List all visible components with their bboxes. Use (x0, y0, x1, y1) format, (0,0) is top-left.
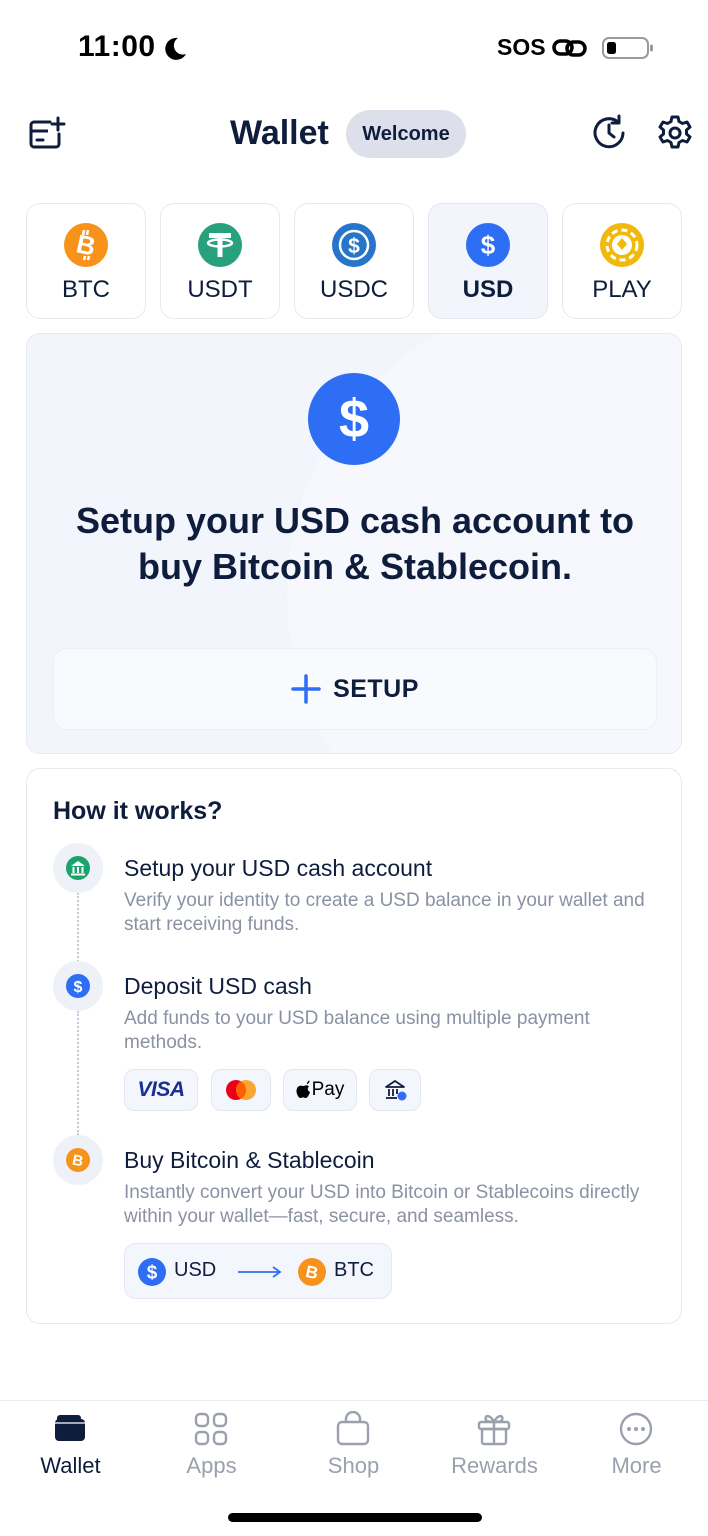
visa-logo: VISA (137, 1078, 185, 1101)
step-title: Deposit USD cash (124, 973, 312, 999)
nav-rewards[interactable]: Rewards (424, 1401, 565, 1497)
tab-label: USDT (187, 276, 253, 303)
do-not-disturb-moon-icon (165, 37, 186, 60)
tab-usdc[interactable]: $ USDC (294, 203, 414, 319)
svg-text:$: $ (348, 235, 360, 258)
conversion-chip: $ USD B BTC (124, 1243, 392, 1299)
plus-icon (291, 674, 321, 704)
bitcoin-icon: B (298, 1258, 326, 1286)
promo-title: Setup your USD cash account to buy Bitco… (75, 500, 635, 587)
setup-button[interactable]: SETUP (53, 648, 657, 730)
setup-button-label: SETUP (333, 674, 419, 703)
battery-icon (602, 37, 653, 59)
bitcoin-icon: B (66, 1148, 90, 1172)
svg-text:$: $ (74, 979, 83, 996)
apple-icon (296, 1080, 310, 1098)
shopping-bag-icon (336, 1411, 370, 1446)
apple-pay-label: Pay (311, 1079, 345, 1100)
tab-btc[interactable]: B BTC (26, 203, 146, 319)
how-it-works-card: How it works? Setup your USD cash accoun… (26, 768, 682, 1324)
satellite-link-icon (552, 39, 587, 57)
status-bar: 11:00 SOS (0, 0, 708, 96)
tab-play[interactable]: PLAY (562, 203, 682, 319)
tab-label: USDC (319, 276, 388, 303)
svg-text:$: $ (339, 389, 369, 449)
step-icon-badge: $ (53, 961, 103, 1011)
step-connector (77, 1011, 79, 1135)
apple-pay-chip: Pay (283, 1069, 357, 1111)
step-icon-badge: B (53, 1135, 103, 1185)
dollar-icon: $ (308, 373, 400, 465)
dollar-icon: $ (138, 1258, 166, 1286)
conversion-from: USD (174, 1259, 217, 1281)
mastercard-icon (226, 1080, 256, 1100)
step-title: Setup your USD cash account (124, 855, 433, 881)
tether-icon (198, 223, 242, 267)
svg-text:$: $ (481, 230, 496, 260)
sos-indicator: SOS (497, 34, 546, 60)
bank-transfer-chip (369, 1069, 421, 1111)
tab-usdt[interactable]: USDT (160, 203, 280, 319)
wallet-icon (55, 1415, 85, 1441)
usdc-icon: $ (332, 223, 376, 267)
settings-gear-icon[interactable] (656, 114, 694, 152)
step-icon-badge (53, 843, 103, 893)
tab-usd[interactable]: $ USD (428, 203, 548, 319)
status-time: 11:00 (78, 30, 156, 63)
nav-more[interactable]: More (566, 1401, 707, 1497)
arrow-right-icon (238, 1266, 282, 1278)
page-title: Wallet (230, 114, 329, 152)
dollar-icon: $ (466, 223, 510, 267)
tab-label: PLAY (592, 276, 652, 303)
nav-label: Rewards (451, 1453, 538, 1478)
conversion-to: BTC (334, 1259, 374, 1281)
step-title: Buy Bitcoin & Stablecoin (124, 1147, 375, 1173)
nav-label: Apps (186, 1453, 237, 1478)
step-description: Add funds to your USD balance using mult… (124, 1008, 590, 1053)
visa-chip: VISA (124, 1069, 198, 1111)
app-header: Wallet Welcome (0, 100, 708, 170)
nav-label: More (611, 1453, 662, 1478)
step-description: Verify your identity to create a USD bal… (124, 890, 645, 935)
usd-setup-card: $ Setup your USD cash account to buy Bit… (26, 333, 682, 754)
apps-grid-icon (194, 1412, 228, 1446)
bank-icon (66, 856, 90, 880)
section-title: How it works? (53, 797, 223, 825)
bank-icon (385, 1080, 407, 1101)
svg-text:$: $ (147, 1263, 158, 1284)
welcome-badge[interactable]: Welcome (346, 110, 466, 158)
nav-shop[interactable]: Shop (283, 1401, 424, 1497)
tab-label: BTC (62, 276, 110, 303)
more-dots-icon (619, 1412, 653, 1446)
currency-tabs: B BTC USDT $ USDC $ USD PLAY (26, 203, 682, 319)
add-card-icon[interactable] (28, 116, 66, 152)
step-description: Instantly convert your USD into Bitcoin … (124, 1182, 640, 1227)
dollar-icon: $ (66, 974, 90, 998)
tab-label: USD (462, 276, 514, 303)
poker-chip-icon (600, 223, 644, 267)
nav-label: Shop (327, 1453, 380, 1478)
gift-icon (477, 1414, 511, 1446)
bitcoin-icon: B (64, 223, 108, 267)
mastercard-chip (211, 1069, 271, 1111)
nav-apps[interactable]: Apps (141, 1401, 282, 1497)
history-icon[interactable] (590, 114, 628, 152)
nav-label: Wallet (40, 1453, 101, 1478)
nav-wallet[interactable]: Wallet (0, 1401, 141, 1497)
home-indicator[interactable] (228, 1513, 482, 1522)
